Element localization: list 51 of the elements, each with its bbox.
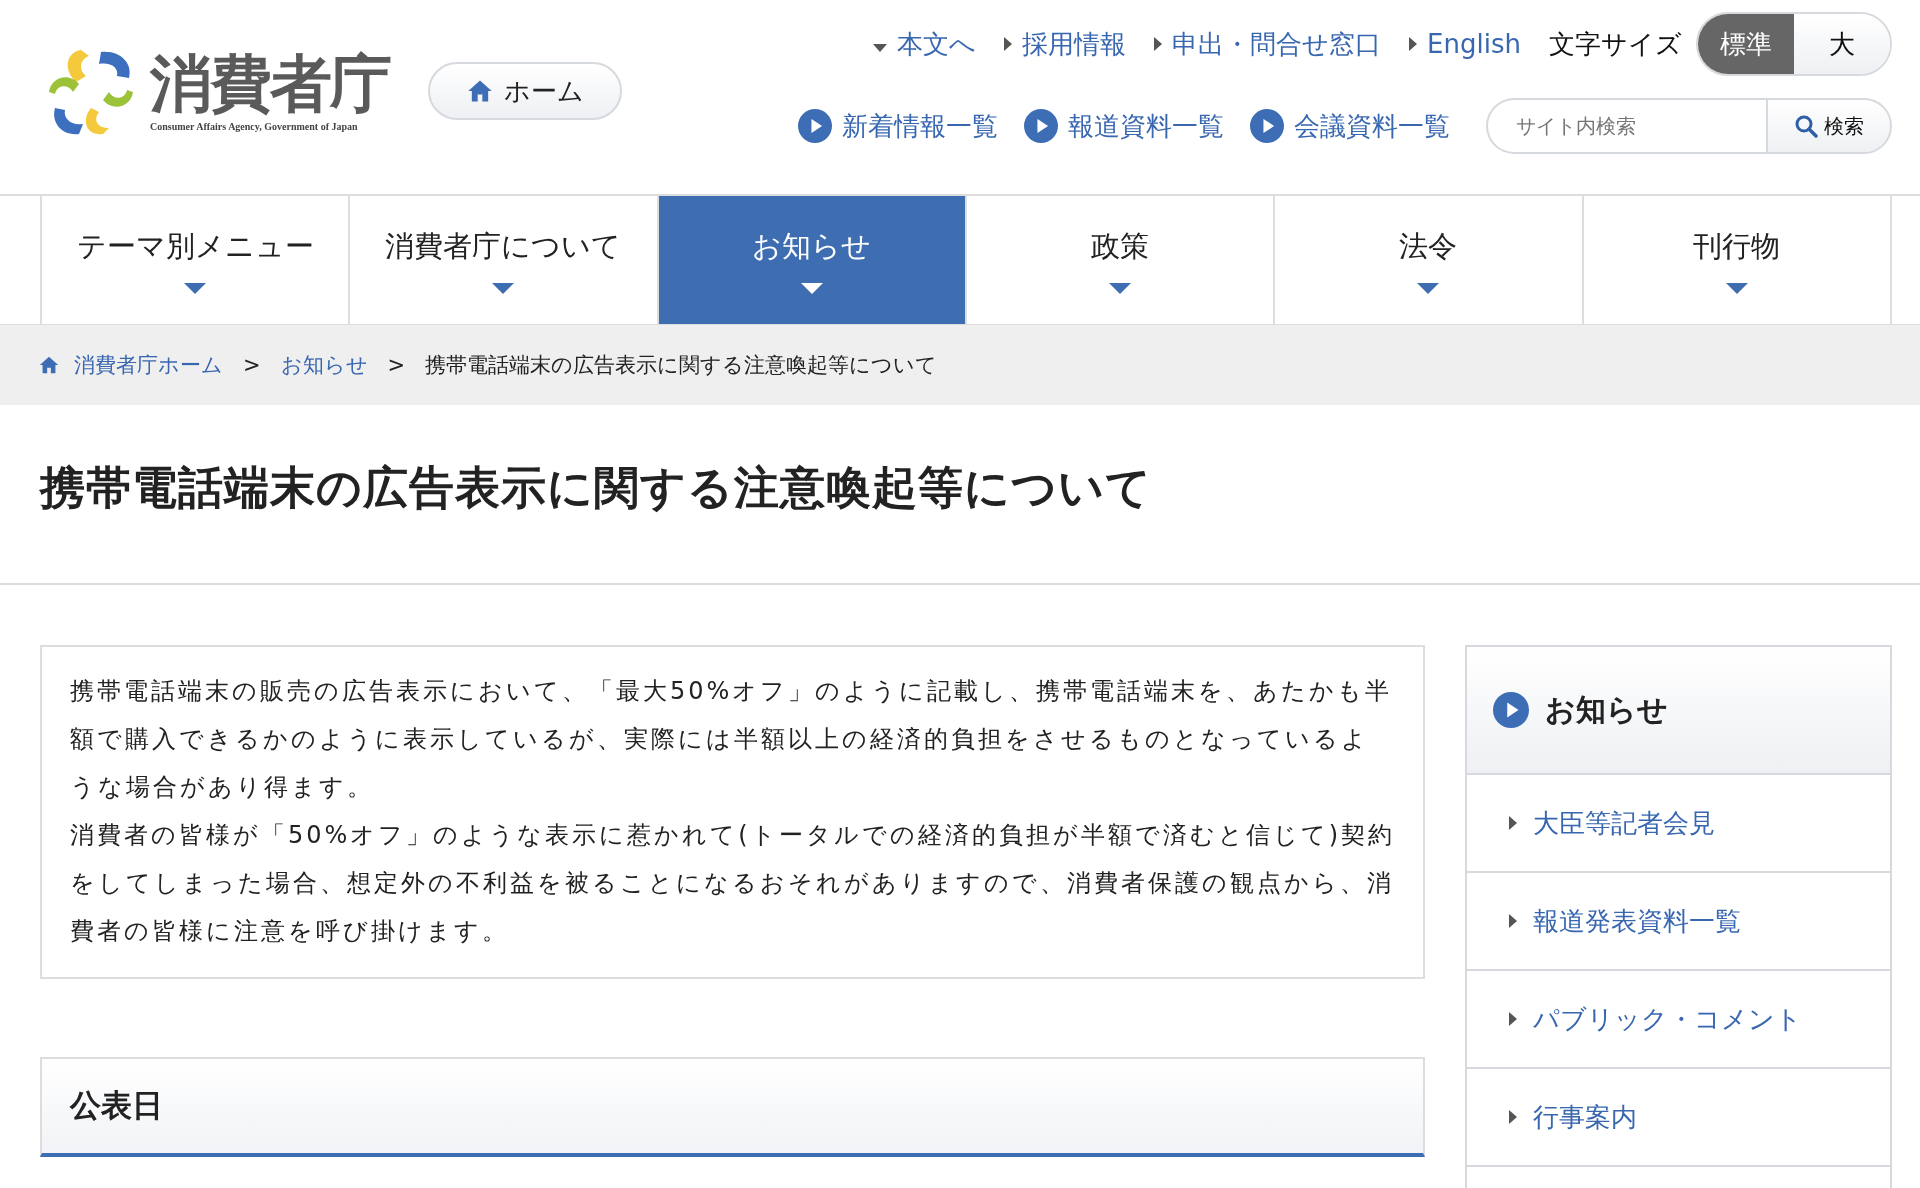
play-circle-icon	[1493, 692, 1530, 728]
caret-icon	[492, 282, 515, 294]
font-size-label: 文字サイズ	[1549, 27, 1682, 61]
font-size-button[interactable]: 標準	[1698, 14, 1794, 74]
breadcrumb-separator: >	[243, 353, 261, 377]
caret-icon	[184, 282, 207, 294]
breadcrumb-link[interactable]: 消費者庁ホーム	[74, 351, 223, 379]
caret-icon	[1109, 282, 1132, 294]
page-title: 携帯電話端末の広告表示に関する注意喚起等について	[40, 460, 1152, 516]
notice-paragraph: 携帯電話端末の販売の広告表示において、「最大50%オフ」のように記載し、携帯電話端末を、あたかも半額で購入できるかのように表示しているが、実際には半額以上の経済的負担をさせるものとなっているような場合があり得ます。	[70, 676, 1394, 803]
quick-link[interactable]: 新着情報一覧	[798, 108, 998, 144]
main-nav-tab[interactable]: お知らせ	[656, 196, 965, 324]
play-circle-icon	[798, 109, 832, 143]
caret-icon	[1725, 282, 1748, 294]
sidebar-link[interactable]: 行事案内	[1467, 1069, 1890, 1167]
utility-link[interactable]: 採用情報	[1004, 26, 1127, 62]
logo-name: 消費者庁	[150, 52, 390, 115]
breadcrumb-link[interactable]: お知らせ	[280, 351, 368, 379]
font-size-button[interactable]: 大	[1794, 14, 1890, 74]
breadcrumb-current: 携帯電話端末の広告表示に関する注意喚起等について	[425, 352, 938, 379]
utility-link[interactable]: 本文へ	[873, 26, 977, 62]
search-button[interactable]: 検索	[1766, 98, 1892, 154]
notice-paragraph: 消費者の皆様が「50%オフ」のような表示に惹かれて(トータルでの経済的負担が半額で済むと信じて)契約をしてしまった場合、想定外の不利益を被ることになるおそれがありますので、消費者保護の観点から、消費者の皆様に注意を呼び掛けます。	[70, 820, 1396, 947]
sidebar-link[interactable]: 報道発表資料一覧	[1467, 873, 1890, 971]
quick-link[interactable]: 会議資料一覧	[1250, 108, 1450, 144]
sidebar-link[interactable]: 大臣等記者会見	[1467, 775, 1890, 873]
utility-link[interactable]: English	[1409, 29, 1521, 59]
play-circle-icon	[1250, 109, 1284, 143]
triangle-icon	[1509, 1012, 1518, 1026]
triangle-icon	[1509, 1110, 1518, 1124]
triangle-icon	[1409, 37, 1418, 51]
section-heading: 公表日	[70, 1086, 163, 1125]
triangle-icon	[1509, 914, 1518, 928]
breadcrumb-separator: >	[387, 353, 406, 377]
play-circle-icon	[1024, 109, 1058, 143]
search-icon	[1794, 114, 1818, 138]
sidebar-title: お知らせ	[1545, 690, 1669, 729]
caret-icon	[1417, 282, 1440, 294]
sidebar-link[interactable]: パブリック・コメント	[1467, 971, 1890, 1069]
home-button[interactable]: ホーム	[428, 62, 622, 120]
triangle-icon	[1004, 37, 1013, 51]
quick-link[interactable]: 報道資料一覧	[1024, 108, 1224, 144]
utility-link[interactable]: 申出・問合せ窓口	[1154, 26, 1382, 62]
triangle-icon	[873, 44, 888, 52]
search-field[interactable]: サイト内検索	[1486, 98, 1766, 154]
agency-logo[interactable]: 消費者庁 Consumer Affairs Agency, Government of Japan	[36, 42, 390, 142]
triangle-icon	[1509, 816, 1518, 830]
logo-subtitle: Consumer Affairs Agency, Government of Japan	[150, 120, 359, 132]
caret-icon	[800, 282, 823, 294]
home-icon	[38, 354, 60, 376]
triangle-icon	[1154, 37, 1163, 51]
